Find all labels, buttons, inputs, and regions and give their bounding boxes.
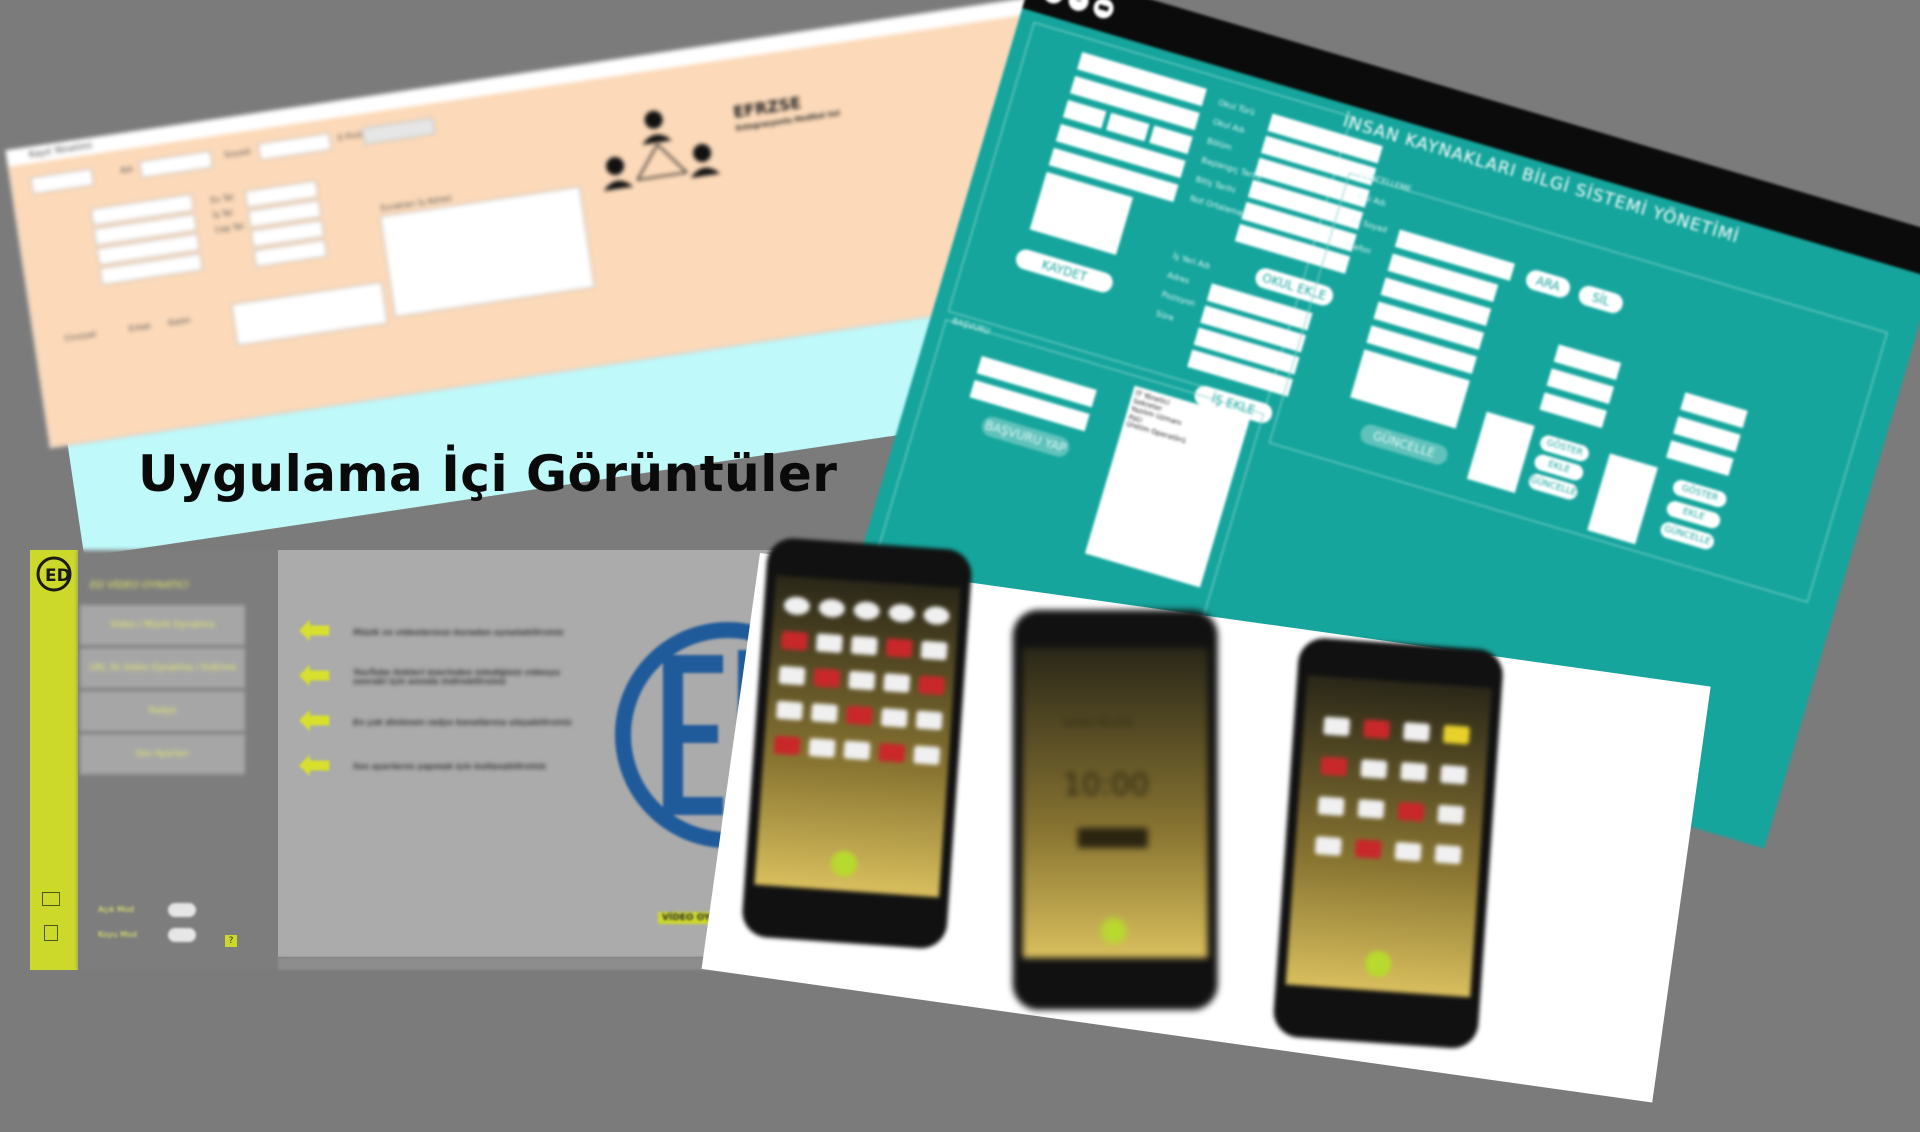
station-tile[interactable] (818, 598, 846, 619)
label-work-phone: İş Tel (212, 208, 234, 220)
notes-textarea[interactable] (231, 281, 388, 346)
phone-tv-list (1272, 636, 1505, 1050)
email-field[interactable] (361, 117, 436, 145)
station-tile[interactable] (922, 605, 951, 626)
channel-tile[interactable] (1402, 722, 1431, 742)
player-app-name: ED VİDEO OYNATICI (90, 580, 189, 591)
help-icon[interactable]: ? (225, 935, 237, 947)
gender-female[interactable]: Kadın (168, 315, 191, 327)
station-tile[interactable] (773, 735, 801, 756)
minimize-icon[interactable]: – (1066, 0, 1092, 14)
channel-tile[interactable] (1440, 764, 1468, 785)
play-button-icon[interactable] (1364, 949, 1393, 978)
channel-tile[interactable] (1320, 756, 1348, 777)
label-home-phone: Ev Tel (210, 192, 235, 206)
timer-label: SAYAÇ BİLGİSİ (1062, 717, 1133, 729)
description-4: Ses ayarlarını yapmak için kullanabilirs… (353, 762, 546, 771)
arrow-icon: ⬅ (298, 607, 332, 653)
ed-logo-icon: ED (36, 556, 72, 592)
arrow-icon: ⬅ (298, 742, 332, 788)
headline: Uygulama İçi Görüntüler (138, 445, 838, 503)
station-tile[interactable] (853, 600, 881, 621)
gender-male[interactable]: Erkek (128, 321, 151, 333)
light-mode-label: Açık Mod (98, 905, 135, 914)
id-field[interactable] (30, 168, 95, 195)
station-tile[interactable] (920, 640, 948, 661)
surname-field[interactable] (257, 132, 332, 161)
station-tile[interactable] (843, 740, 871, 761)
phone-timer: SAYAÇ BİLGİSİ 10:00 (1012, 609, 1218, 1010)
channel-tile[interactable] (1317, 796, 1345, 817)
station-tile[interactable] (815, 633, 843, 654)
phone-screen (754, 575, 961, 898)
menu-url-video[interactable]: URL ile Video Oynatma / İndirme (80, 648, 245, 689)
dark-mode-label: Koyu Mod (98, 930, 137, 939)
station-tile[interactable] (808, 738, 836, 758)
description-3: En çok dinlenen radyo kanallarına ulaşab… (353, 718, 572, 727)
station-tile[interactable] (775, 700, 804, 721)
light-mode-toggle[interactable] (168, 903, 196, 917)
station-tile[interactable] (780, 630, 809, 651)
dark-mode-toggle[interactable] (168, 928, 196, 942)
station-tile[interactable] (850, 635, 878, 656)
channel-tile[interactable] (1360, 759, 1388, 779)
phone-radio-list (740, 536, 974, 951)
channel-tile[interactable] (1397, 801, 1425, 822)
station-tile[interactable] (778, 665, 806, 686)
play-button-icon[interactable] (1100, 917, 1127, 944)
channel-tile[interactable] (1357, 799, 1385, 819)
channel-tile[interactable] (1400, 761, 1428, 782)
station-tile[interactable] (883, 673, 911, 693)
station-tile[interactable] (880, 708, 908, 728)
close-icon[interactable]: ✕ (1041, 0, 1067, 6)
channel-tile[interactable] (1394, 841, 1422, 862)
menu-sound-settings[interactable]: Ses Ayarları (80, 734, 245, 775)
label-name: Adı (119, 164, 134, 176)
phone-screen: SAYAÇ BİLGİSİ 10:00 (1022, 647, 1208, 958)
station-tile[interactable] (783, 595, 811, 616)
people-network-icon (603, 110, 721, 191)
channel-tile[interactable] (1442, 724, 1471, 745)
station-tile[interactable] (888, 603, 916, 624)
svg-text:ED: ED (45, 566, 71, 586)
monitor-icon[interactable] (42, 892, 60, 906)
phone-screen (1285, 675, 1492, 998)
channel-tile[interactable] (1314, 836, 1342, 856)
player-side-strip: ED (30, 550, 78, 970)
registration-window-title: Kayıt Yönetimi (6, 0, 1033, 167)
station-tile[interactable] (913, 745, 941, 766)
station-tile[interactable] (810, 703, 839, 723)
channel-tile[interactable] (1354, 838, 1382, 859)
channel-tile[interactable] (1434, 844, 1462, 865)
station-tile[interactable] (885, 638, 913, 658)
arrow-icon: ⬅ (298, 652, 332, 698)
maximize-icon[interactable]: ▬ (1091, 0, 1116, 21)
exit-icon[interactable] (44, 925, 58, 941)
menu-radio[interactable]: Radyo (80, 691, 245, 732)
station-tile[interactable] (878, 742, 906, 763)
description-1: Müzik ve videolarınızı buradan oynatabil… (353, 628, 564, 637)
station-tile[interactable] (848, 670, 876, 691)
label-mobile: Cep Tel (214, 221, 245, 235)
play-button-icon[interactable] (830, 849, 858, 878)
description-2: YouTube linkleri üzerinden istediğiniz v… (353, 668, 561, 686)
station-tile[interactable] (915, 710, 943, 731)
channel-tile[interactable] (1437, 804, 1465, 825)
station-tile[interactable] (845, 705, 874, 726)
label-gender: Cinsiyet (63, 329, 97, 344)
label-surname: Soyadı (223, 146, 252, 160)
name-field[interactable] (139, 150, 213, 179)
timer-clock: 10:00 (1062, 767, 1150, 803)
station-tile[interactable] (813, 668, 841, 688)
menu-video-music[interactable]: Video / Müzik Oynatma (80, 605, 245, 646)
timer-start-button[interactable] (1077, 827, 1148, 848)
channel-tile[interactable] (1363, 719, 1391, 740)
arrow-icon: ⬅ (298, 697, 332, 743)
channel-tile[interactable] (1323, 716, 1351, 737)
station-tile[interactable] (918, 675, 946, 696)
